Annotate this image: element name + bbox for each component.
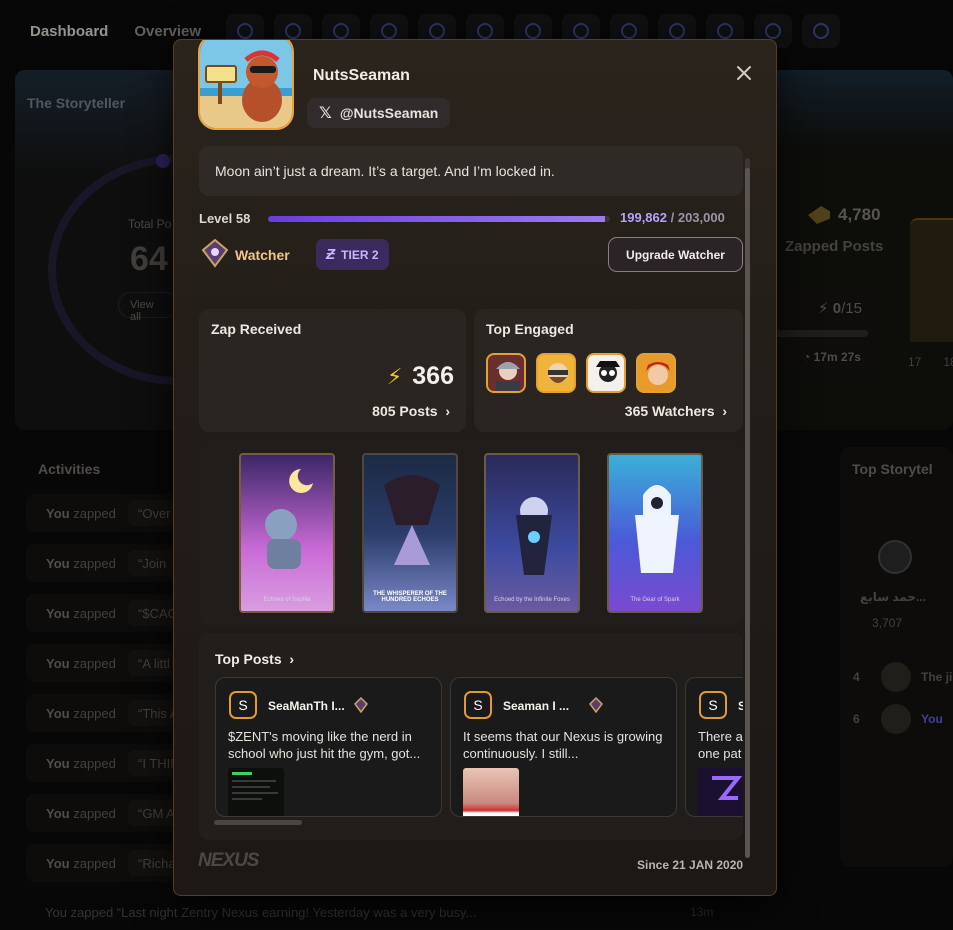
bolt-icon: ⚡: [386, 363, 403, 389]
rank-badge-icon: [354, 697, 368, 713]
tier-label: TIER 2: [341, 247, 379, 262]
level-progress-fill: [268, 216, 605, 222]
top-engaged-card: Top Engaged 365 Watchers ›: [474, 309, 743, 432]
zap-received-value: 366: [412, 362, 454, 390]
avatar[interactable]: [586, 353, 626, 393]
profile-username: NutsSeaman: [313, 67, 410, 84]
top-posts-section: Top Posts › S SeaManTh I... $ZENT's movi…: [199, 633, 743, 840]
post-card[interactable]: S S There a one pat: [685, 677, 743, 817]
rank-badge-icon: [589, 697, 603, 713]
post-avatar: S: [699, 691, 727, 719]
post-avatar: S: [464, 691, 492, 719]
upgrade-watcher-button[interactable]: Upgrade Watcher: [608, 237, 743, 272]
post-card[interactable]: S Seaman I ... It seems that our Nexus i…: [450, 677, 677, 817]
chevron-right-icon: ›: [441, 403, 450, 419]
card-title: Echoes of Sophia: [263, 597, 311, 603]
top-posts-link[interactable]: Top Posts ›: [215, 651, 294, 667]
xp-current: 199,862: [620, 210, 667, 225]
engaged-avatars: [486, 353, 676, 393]
profile-modal: NutsSeaman 𝕏 @NutsSeaman Moon ain’t just…: [173, 39, 777, 896]
collectible-cards: Echoes of Sophia THE WHISPERER OF THE HU…: [199, 441, 743, 625]
chevron-right-icon: ›: [718, 403, 727, 419]
vertical-scrollbar[interactable]: [745, 168, 750, 858]
level-xp: 199,862 / 203,000: [620, 210, 725, 225]
card-title: THE WHISPERER OF THE HUNDRED ECHOES: [373, 591, 447, 603]
card-gear-of-spark[interactable]: The Gear of Spark: [607, 453, 703, 613]
post-card[interactable]: S SeaManTh I... $ZENT's moving like the …: [215, 677, 442, 817]
post-thumbnail: [228, 768, 284, 816]
x-logo-icon: 𝕏: [319, 105, 332, 122]
card-echoes-of-sophia[interactable]: Echoes of Sophia: [239, 453, 335, 613]
zap-received-title: Zap Received: [211, 321, 302, 337]
top-posts-title: Top Posts: [215, 651, 282, 667]
avatar[interactable]: [486, 353, 526, 393]
tier-badge: Ƶ TIER 2: [316, 239, 389, 270]
posts-link-label: 805 Posts: [372, 403, 438, 419]
profile-avatar: [198, 40, 294, 130]
zap-received-card: Zap Received ⚡ 366 805 Posts ›: [199, 309, 466, 432]
rank-label: Watcher: [235, 247, 290, 263]
post-thumbnail: [698, 768, 743, 816]
chevron-right-icon: ›: [285, 651, 295, 667]
card-title: Echoed by the Infinite Foxes: [494, 597, 570, 603]
post-text: $ZENT's moving like the nerd in school w…: [228, 729, 421, 761]
post-author: Seaman I ...: [503, 699, 570, 713]
post-avatar: S: [229, 691, 257, 719]
watchers-link[interactable]: 365 Watchers ›: [625, 403, 727, 419]
top-engaged-title: Top Engaged: [486, 321, 574, 337]
zap-received-total: ⚡ 366: [387, 362, 454, 391]
card-the-whisperer[interactable]: THE WHISPERER OF THE HUNDRED ECHOES: [362, 453, 458, 613]
post-text: It seems that our Nexus is growing conti…: [463, 729, 663, 761]
x-handle-badge[interactable]: 𝕏 @NutsSeaman: [307, 98, 451, 128]
watcher-rank-icon: [201, 238, 229, 268]
post-text: There a one pat: [698, 729, 743, 761]
nexus-logo: NEXUS: [198, 850, 259, 871]
level-label: Level 58: [199, 211, 251, 226]
card-echoed-by-infinite-foxes[interactable]: Echoed by the Infinite Foxes: [484, 453, 580, 613]
avatar[interactable]: [536, 353, 576, 393]
post-author: S: [738, 699, 743, 713]
xp-total: 203,000: [677, 210, 725, 225]
member-since: Since 21 JAN 2020: [637, 858, 744, 872]
zentry-logo-icon: Ƶ: [326, 246, 336, 263]
post-author: SeaManTh I...: [268, 699, 345, 713]
level-progress-bar: [268, 216, 610, 222]
x-handle: @NutsSeaman: [339, 105, 439, 121]
card-title: The Gear of Spark: [630, 597, 680, 603]
close-icon: [737, 66, 751, 80]
posts-link[interactable]: 805 Posts ›: [372, 403, 450, 419]
close-button[interactable]: [731, 60, 757, 86]
avatar[interactable]: [636, 353, 676, 393]
profile-bio: Moon ain’t just a dream. It’s a target. …: [199, 146, 743, 196]
watchers-link-label: 365 Watchers: [624, 403, 715, 419]
post-thumbnail: [463, 768, 519, 816]
horizontal-scrollbar[interactable]: [214, 820, 302, 825]
